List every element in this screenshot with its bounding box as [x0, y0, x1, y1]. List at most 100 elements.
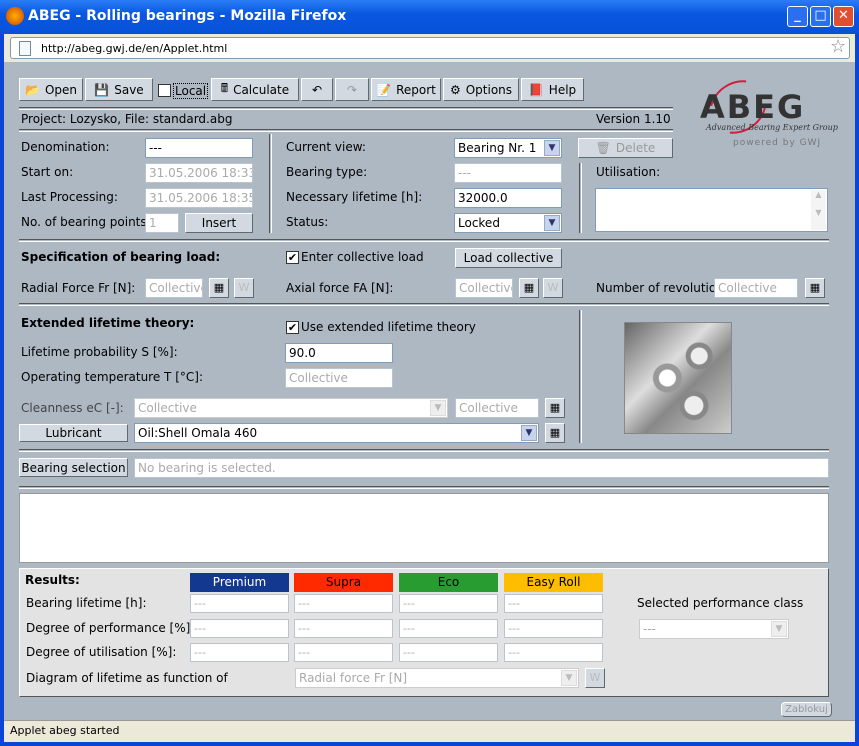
load-collective-button[interactable]: Load collective: [455, 248, 562, 268]
local-checkbox[interactable]: [158, 84, 171, 97]
abeg-logo: ABEG Advanced Bearing Expert Group power…: [699, 69, 838, 150]
result-value[interactable]: ---: [190, 594, 289, 613]
necessary-lifetime-input[interactable]: 32000.0: [454, 188, 562, 208]
last-processing-input[interactable]: 31.05.2006 18:35: [145, 188, 253, 208]
version: Version 1.10: [596, 112, 671, 126]
chevron-down-icon: ▼: [771, 621, 787, 637]
save-button[interactable]: 💾 Save: [85, 78, 153, 101]
redo-button[interactable]: ↷: [335, 78, 369, 101]
bearing-points-label: No. of bearing points:: [21, 215, 151, 229]
undo-button[interactable]: ↶: [301, 78, 333, 101]
folder-icon: 📂: [24, 82, 40, 97]
axial-force-label: Axial force FA [N]:: [286, 281, 394, 295]
bearing-image: [624, 322, 732, 434]
collective-load-checkbox[interactable]: ✔: [286, 251, 299, 264]
performance-class-select[interactable]: --- ▼: [639, 619, 789, 639]
start-input[interactable]: 31.05.2006 18:33: [145, 163, 253, 183]
bearing-points-input[interactable]: 1: [145, 213, 179, 233]
temperature-label: Operating temperature T [°C]:: [21, 370, 203, 384]
local-label: Local: [173, 83, 209, 99]
result-value[interactable]: ---: [294, 643, 393, 662]
cleanness-input[interactable]: Collective: [455, 398, 539, 418]
utilisation-textarea[interactable]: ▲ ▼: [595, 188, 828, 232]
use-extended-label: Use extended lifetime theory: [301, 320, 476, 334]
current-view-select[interactable]: Bearing Nr. 1 ▼: [454, 138, 562, 158]
revolution-input[interactable]: Collective: [714, 278, 798, 298]
maximize-button[interactable]: □: [810, 6, 831, 27]
cleanness-select[interactable]: Collective ▼: [134, 398, 448, 418]
denomination-input[interactable]: ---: [145, 138, 253, 158]
url-field[interactable]: http://abeg.gwj.de/en/Applet.html: [10, 37, 850, 59]
calculate-button[interactable]: 🖩 Calculate: [211, 78, 299, 101]
divider: [19, 129, 673, 132]
class-header-supra: Supra: [294, 573, 393, 592]
result-value[interactable]: ---: [504, 594, 603, 613]
url-text: http://abeg.gwj.de/en/Applet.html: [41, 42, 228, 55]
message-area[interactable]: [19, 493, 829, 563]
utilisation-label: Utilisation:: [596, 165, 661, 179]
temperature-input[interactable]: Collective: [285, 368, 393, 388]
result-value[interactable]: ---: [294, 619, 393, 638]
divider: [19, 239, 829, 242]
chevron-down-icon: ▼: [561, 670, 577, 686]
calculator-icon[interactable]: ▦: [545, 398, 565, 418]
result-value[interactable]: ---: [399, 643, 498, 662]
result-row-label: Degree of performance [%]:: [26, 621, 195, 635]
window-title: ABEG - Rolling bearings - Mozilla Firefo…: [28, 8, 347, 24]
insert-button[interactable]: Insert: [185, 213, 253, 233]
report-button[interactable]: 📝 Report: [371, 78, 441, 101]
chart-icon[interactable]: W: [234, 278, 254, 298]
bearing-selection-input[interactable]: No bearing is selected.: [134, 458, 829, 478]
probability-input[interactable]: 90.0: [285, 343, 393, 363]
calculator-icon[interactable]: ▦: [209, 278, 229, 298]
redo-icon: ↷: [346, 82, 358, 97]
result-value[interactable]: ---: [399, 619, 498, 638]
extended-heading: Extended lifetime theory:: [21, 316, 195, 330]
revolution-label: Number of revolution: [596, 281, 724, 295]
help-button[interactable]: 📕 Help: [521, 78, 584, 101]
calculator-icon[interactable]: ▦: [545, 423, 565, 443]
calculator-icon[interactable]: ▦: [805, 278, 825, 298]
calculator-icon: 🖩: [220, 81, 229, 95]
bookmark-star-icon[interactable]: ☆: [830, 36, 846, 57]
diagram-select[interactable]: Radial force Fr [N] ▼: [295, 668, 579, 688]
bearing-type-input[interactable]: ---: [454, 163, 562, 183]
result-value[interactable]: ---: [504, 643, 603, 662]
lubricant-select[interactable]: Oil:Shell Omala 460 ▼: [134, 423, 539, 443]
result-value[interactable]: ---: [504, 619, 603, 638]
disk-icon: 💾: [94, 82, 110, 97]
last-processing-label: Last Processing:: [21, 190, 118, 204]
result-value[interactable]: ---: [190, 619, 289, 638]
divider: [19, 486, 829, 489]
tools-icon: ⚙: [449, 82, 461, 97]
divider: [269, 134, 272, 233]
zablokuj-button[interactable]: Zablokuj: [781, 702, 832, 717]
probability-label: Lifetime probability S [%]:: [21, 345, 178, 359]
result-value[interactable]: ---: [294, 594, 393, 613]
radial-force-input[interactable]: Collective: [145, 278, 203, 298]
divider: [579, 163, 582, 233]
axial-force-input[interactable]: Collective: [455, 278, 513, 298]
minimize-button[interactable]: _: [787, 6, 808, 27]
delete-button[interactable]: 🗑 Delete: [578, 138, 673, 158]
report-icon: 📝: [376, 82, 392, 97]
current-view-label: Current view:: [286, 140, 366, 154]
result-value[interactable]: ---: [399, 594, 498, 613]
lubricant-button[interactable]: Lubricant: [19, 424, 128, 442]
scrollbar: ▲ ▼: [811, 190, 826, 230]
chevron-down-icon: ▼: [430, 400, 446, 416]
radial-force-label: Radial Force Fr [N]:: [21, 281, 136, 295]
calculator-icon[interactable]: ▦: [519, 278, 539, 298]
collective-load-label: Enter collective load: [301, 250, 424, 264]
chart-icon[interactable]: W: [543, 278, 563, 298]
bearing-selection-button[interactable]: Bearing selection: [19, 458, 128, 477]
result-value[interactable]: ---: [190, 643, 289, 662]
chevron-down-icon: ▼: [544, 215, 560, 231]
use-extended-checkbox[interactable]: ✔: [286, 321, 299, 334]
chart-icon[interactable]: W: [585, 668, 605, 688]
options-button[interactable]: ⚙ Options: [443, 78, 519, 101]
result-row-label: Bearing lifetime [h]:: [26, 596, 147, 610]
status-select[interactable]: Locked ▼: [454, 213, 562, 233]
close-button[interactable]: ✕: [833, 6, 854, 27]
open-button[interactable]: 📂 Open: [19, 78, 83, 101]
